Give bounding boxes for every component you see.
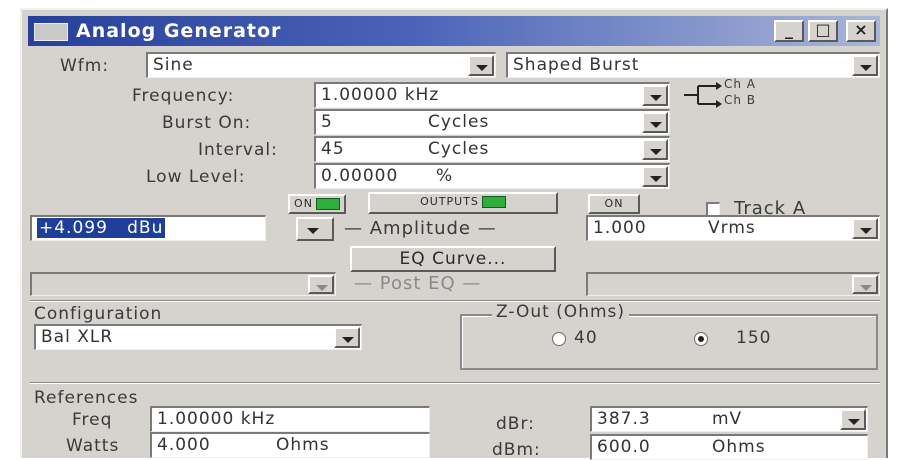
burst-on-count: 5 [321,112,333,132]
amplitude-label-text: Amplitude [369,218,471,239]
ref-watts-field[interactable]: 4.000 Ohms [150,432,430,458]
configuration-label: Configuration [34,304,163,324]
frequency-field[interactable]: 1.00000 kHz [314,82,670,108]
title-bar[interactable]: Analog Generator _ □ × [28,16,880,46]
channel-b-label: Ch B [724,93,757,107]
waveform-mode-value: Shaped Burst [513,55,640,75]
amplitude-a-unit: dBu [127,218,164,238]
chevron-down-icon[interactable] [642,85,668,106]
output-a-on-label: ON [294,197,313,210]
low-level-label: Low Level: [146,167,246,187]
output-b-on-label: ON [604,197,624,210]
chevron-down-icon[interactable] [468,55,494,76]
interval-label: Interval: [198,140,278,160]
interval-count: 45 [321,139,345,159]
frequency-label: Frequency: [132,86,235,106]
ref-watts-label: Watts [66,436,120,456]
ref-freq-label: Freq [72,410,113,430]
channel-a-label: Ch A [724,77,757,91]
low-level-field[interactable]: 0.00000 % [314,163,670,189]
chevron-down-icon[interactable] [852,55,878,76]
ref-freq-field[interactable]: 1.00000 kHz [150,406,430,432]
amplitude-b-value: 1.000 [593,218,647,238]
amplitude-label: — Amplitude — [344,218,497,239]
low-level-value: 0.00000 [321,166,399,186]
ref-freq-value: 1.00000 kHz [157,409,276,429]
window-icon [34,23,68,41]
divider [30,382,880,383]
led-indicator-icon [481,196,506,208]
chevron-down-icon[interactable] [642,139,668,160]
waveform-value: Sine [153,55,194,75]
post-eq-label-text: Post EQ [379,273,456,294]
post-eq-b-field[interactable] [586,272,880,296]
chevron-down-icon[interactable] [852,275,878,294]
led-indicator-icon [315,198,340,210]
ref-dbr-unit: mV [712,409,743,429]
amplitude-a-dropdown[interactable] [296,217,334,241]
amplitude-b-field[interactable]: 1.000 Vrms [586,215,880,241]
chevron-down-icon[interactable] [840,409,866,430]
chevron-down-icon[interactable] [642,166,668,187]
post-eq-label: — Post EQ — [354,273,482,294]
ref-dbm-value: 600.0 [597,437,651,457]
ref-watts-value: 4.000 [157,435,211,455]
ref-dbm-unit: Ohms [712,437,766,457]
z-out-label: Z-Out (Ohms) [492,302,630,322]
waveform-label: Wfm: [60,56,110,76]
chevron-down-icon[interactable] [308,275,334,294]
window-title: Analog Generator [76,20,282,42]
low-level-unit: % [436,166,454,186]
ref-dbm-label: dBm: [492,440,541,460]
configuration-value: Bal XLR [41,327,114,347]
chevron-down-icon[interactable] [301,220,327,238]
close-button[interactable]: × [846,20,876,42]
ref-dbr-label: dBr: [496,414,535,434]
ref-dbm-field[interactable]: 600.0 Ohms [590,434,868,460]
configuration-select[interactable]: Bal XLR [34,324,362,350]
maximize-button[interactable]: □ [808,20,838,42]
minimize-button[interactable]: _ [774,20,804,42]
chevron-down-icon[interactable] [852,218,878,239]
eq-curve-button[interactable]: EQ Curve... [350,246,556,272]
chevron-down-icon[interactable] [642,112,668,133]
post-eq-a-field[interactable] [30,272,336,296]
outputs-button[interactable]: OUTPUTS [368,192,558,214]
burst-on-unit: Cycles [428,112,490,132]
ref-dbr-value: 387.3 [597,409,651,429]
amplitude-a-value: +4.099 [39,218,108,238]
frequency-value: 1.00000 kHz [321,85,440,105]
waveform-mode-select[interactable]: Shaped Burst [506,52,880,78]
outputs-label: OUTPUTS [420,195,479,208]
chevron-down-icon[interactable] [334,327,360,348]
waveform-select[interactable]: Sine [146,52,496,78]
references-label: References [34,388,139,408]
channel-routing-icon [684,82,722,108]
amplitude-b-unit: Vrms [708,218,756,238]
track-a-checkbox[interactable] [706,202,720,216]
ref-dbr-field[interactable]: 387.3 mV [590,406,868,432]
amplitude-a-selection: +4.099 dBu [37,218,166,238]
burst-on-label: Burst On: [162,113,252,133]
z-out-150-radio[interactable] [694,332,708,346]
divider [30,300,880,301]
amplitude-a-field[interactable]: +4.099 dBu [30,215,266,241]
interval-unit: Cycles [428,139,490,159]
burst-on-field[interactable]: 5 Cycles [314,109,670,135]
analog-generator-window: Analog Generator _ □ × Wfm: Sine Shaped … [20,8,888,460]
ref-watts-unit: Ohms [276,435,330,455]
interval-field[interactable]: 45 Cycles [314,136,670,162]
output-a-on-button[interactable]: ON [288,194,346,214]
z-out-group [460,314,878,370]
z-out-40-radio[interactable] [552,332,566,346]
output-b-on-button[interactable]: ON [588,194,640,214]
z-out-150-label: 150 [736,328,772,348]
z-out-40-label: 40 [574,328,598,348]
